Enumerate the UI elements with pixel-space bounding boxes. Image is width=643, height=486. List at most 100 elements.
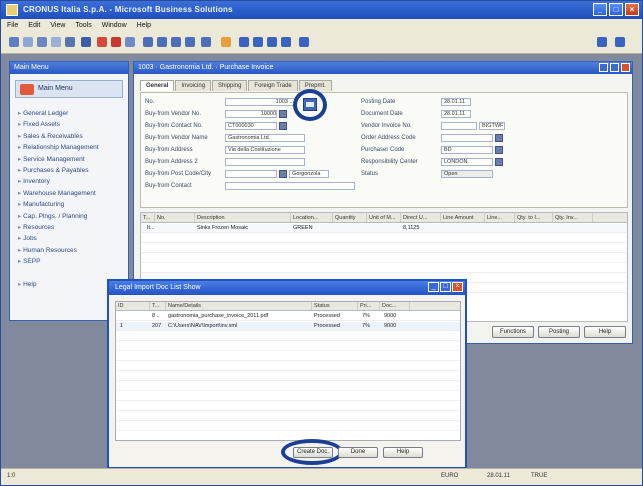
table-row[interactable] — [141, 234, 627, 243]
table-row[interactable] — [141, 264, 627, 273]
functions-button[interactable]: Functions — [492, 326, 534, 338]
field-contact[interactable] — [225, 182, 355, 190]
col-qty-invoiced[interactable]: Qty. Inv... — [553, 213, 593, 222]
print-icon[interactable] — [37, 37, 47, 47]
toolbar-options-icon[interactable] — [597, 37, 607, 47]
field-vendor-invoice-no[interactable] — [441, 122, 477, 130]
minimize-icon[interactable]: _ — [593, 3, 607, 16]
post-code-lookup-icon[interactable] — [279, 170, 287, 178]
table-row[interactable] — [141, 244, 627, 253]
toolbar-help-icon[interactable] — [615, 37, 625, 47]
list-item[interactable] — [116, 422, 460, 431]
list-item[interactable] — [116, 392, 460, 401]
main-menu-header[interactable]: Main Menu — [15, 80, 123, 98]
col-no[interactable]: No. — [155, 213, 195, 222]
dialog-help-button[interactable]: Help — [383, 447, 423, 458]
field-city[interactable]: Gorgonzola — [289, 170, 329, 178]
field-vendor-invoice-extra[interactable]: BIGTWF — [479, 122, 505, 130]
import-document-icon[interactable] — [303, 98, 317, 111]
menu-item-sales[interactable]: Sales & Receivables — [18, 131, 126, 142]
tab-foreign-trade[interactable]: Foreign Trade — [248, 80, 298, 91]
tab-general[interactable]: General — [140, 80, 175, 91]
col-direct-cost[interactable]: Direct U... — [401, 213, 441, 222]
dialog-close-icon[interactable]: × — [452, 282, 463, 292]
col-uom[interactable]: Unit of M... — [367, 213, 401, 222]
field-vendor-no[interactable]: 10000 — [225, 110, 277, 118]
create-doc-button[interactable]: Create Doc. — [293, 447, 333, 458]
done-button[interactable]: Done — [338, 447, 378, 458]
sort-icon[interactable] — [239, 37, 249, 47]
open-icon[interactable] — [23, 37, 33, 47]
nav-prev-icon[interactable] — [157, 37, 167, 47]
field-vendor-name[interactable]: Gastronomia Ltd. — [225, 134, 305, 142]
menu-item-fixed-assets[interactable]: Fixed Assets — [18, 119, 126, 130]
posting-button[interactable]: Posting — [538, 326, 580, 338]
field-document-date[interactable]: 28.01.11 — [441, 110, 471, 118]
menu-item-warehouse[interactable]: Warehouse Management — [18, 188, 126, 199]
calendar-icon[interactable] — [267, 37, 277, 47]
nav-next-icon[interactable] — [171, 37, 181, 47]
copy-icon[interactable] — [125, 37, 135, 47]
dcol-doc[interactable]: Doc... — [380, 302, 410, 310]
list-item[interactable] — [116, 382, 460, 391]
list-item[interactable] — [116, 372, 460, 381]
order-address-lookup-icon[interactable] — [495, 134, 503, 142]
filter-icon[interactable] — [81, 37, 91, 47]
help-icon[interactable] — [299, 37, 309, 47]
dcol-type[interactable]: T... — [150, 302, 166, 310]
dialog-minimize-icon[interactable]: _ — [428, 282, 439, 292]
list-item[interactable] — [116, 352, 460, 361]
vendor-lookup-icon[interactable] — [279, 110, 287, 118]
table-row[interactable]: It... Sinks Frozen Mosaic GREEN 8,1125 — [141, 224, 627, 233]
navigate-icon[interactable] — [281, 37, 291, 47]
col-type[interactable]: T... — [141, 213, 155, 222]
maximize-icon[interactable]: □ — [609, 3, 623, 16]
menu-edit[interactable]: Edit — [28, 22, 40, 29]
dcol-priority[interactable]: Pri... — [358, 302, 380, 310]
list-item[interactable]: 8 .. gastronomia_purchase_invoice_2011.p… — [116, 312, 460, 321]
menu-item-human-resources[interactable]: Human Resources — [18, 245, 126, 256]
menu-item-manufacturing[interactable]: Manufacturing — [18, 199, 126, 210]
menu-item-purchases[interactable]: Purchases & Payables — [18, 165, 126, 176]
dcol-id[interactable]: ID — [116, 302, 150, 310]
field-address[interactable]: Via della Costituzione — [225, 146, 305, 154]
doc-close-icon[interactable] — [621, 63, 630, 72]
menu-help[interactable]: Help — [137, 22, 151, 29]
menu-item-resources[interactable]: Resources — [18, 222, 126, 233]
menu-view[interactable]: View — [50, 22, 65, 29]
table-row[interactable] — [141, 254, 627, 263]
list-icon[interactable] — [201, 37, 211, 47]
col-qty-to-invoice[interactable]: Qty. to I... — [515, 213, 553, 222]
menu-item-service[interactable]: Service Management — [18, 154, 126, 165]
find-icon[interactable] — [65, 37, 75, 47]
close-icon[interactable]: × — [625, 3, 639, 16]
list-item[interactable] — [116, 332, 460, 341]
field-purchaser-code[interactable]: BD — [441, 146, 493, 154]
field-responsibility-center[interactable]: LONDON — [441, 158, 493, 166]
contact-lookup-icon[interactable] — [279, 122, 287, 130]
list-item[interactable] — [116, 342, 460, 351]
nav-first-icon[interactable] — [143, 37, 153, 47]
list-item[interactable] — [116, 412, 460, 421]
warning-icon[interactable] — [221, 37, 231, 47]
menu-item-relationship[interactable]: Relationship Management — [18, 142, 126, 153]
list-item[interactable] — [116, 402, 460, 411]
delete-icon[interactable] — [97, 37, 107, 47]
col-line-discount[interactable]: Line... — [485, 213, 515, 222]
menu-tools[interactable]: Tools — [75, 22, 91, 29]
menu-item-sepp[interactable]: SEPP — [18, 256, 126, 267]
responsibility-lookup-icon[interactable] — [495, 158, 503, 166]
tab-shipping[interactable]: Shipping — [212, 80, 248, 91]
preview-icon[interactable] — [51, 37, 61, 47]
dialog-maximize-icon[interactable]: □ — [440, 282, 451, 292]
list-item[interactable]: 1 207 C:\Users\NAV\Import\inv.xml Proces… — [116, 322, 460, 331]
field-no[interactable]: 1003 ... — [225, 98, 295, 106]
menu-window[interactable]: Window — [102, 22, 127, 29]
list-item[interactable] — [116, 362, 460, 371]
menu-file[interactable]: File — [7, 22, 18, 29]
col-location[interactable]: Location... — [291, 213, 333, 222]
dcol-name[interactable]: Name/Details — [166, 302, 312, 310]
field-order-address[interactable] — [441, 134, 493, 142]
menu-item-jobs[interactable]: Jobs — [18, 233, 126, 244]
menu-item-planning[interactable]: Cap. Plngs. / Planning — [18, 211, 126, 222]
